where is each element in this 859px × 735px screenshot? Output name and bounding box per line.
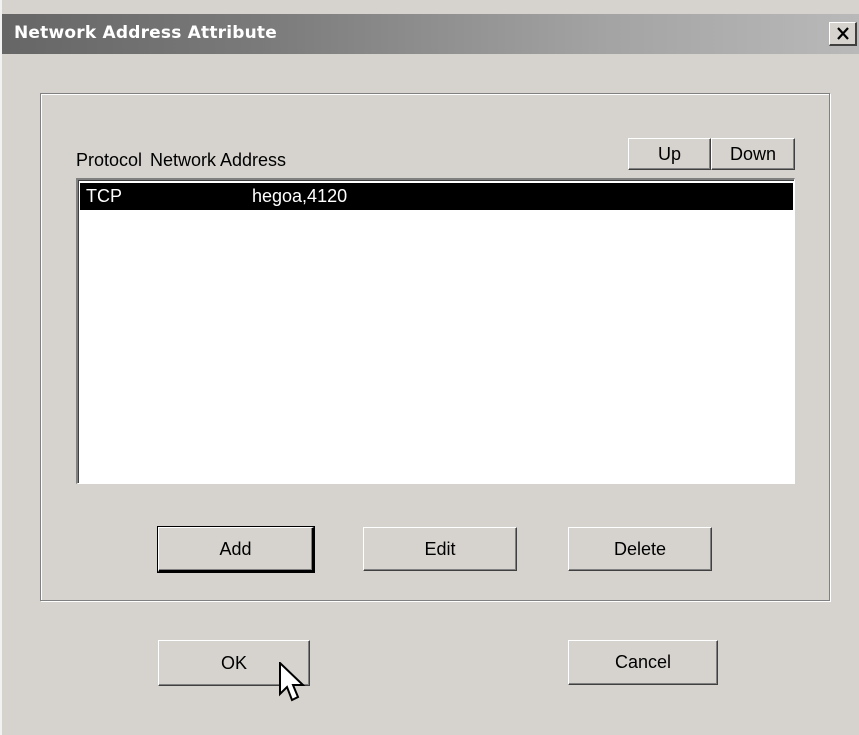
close-button[interactable] xyxy=(829,22,857,46)
add-button[interactable]: Add xyxy=(157,526,315,573)
window-title: Network Address Attribute xyxy=(14,23,277,43)
mouse-pointer-icon xyxy=(279,662,306,702)
down-button[interactable]: Down xyxy=(711,138,795,170)
list-item-selected[interactable]: TCP hegoa,4120 xyxy=(80,183,793,210)
cancel-button[interactable]: Cancel xyxy=(568,640,718,685)
close-icon xyxy=(836,27,849,40)
column-header-protocol: Protocol xyxy=(76,150,143,170)
address-list[interactable]: TCP hegoa,4120 xyxy=(76,178,795,484)
delete-button[interactable]: Delete xyxy=(568,527,712,571)
edit-button[interactable]: Edit xyxy=(363,527,517,571)
up-button[interactable]: Up xyxy=(628,138,711,170)
title-bar[interactable]: Network Address Attribute xyxy=(2,14,859,54)
row-network-address: hegoa,4120 xyxy=(252,186,348,206)
network-address-attribute-dialog: Network Address Attribute Protocol Netwo… xyxy=(0,0,859,735)
column-header-network-address: Network Address xyxy=(150,150,287,170)
row-protocol: TCP xyxy=(86,186,122,206)
